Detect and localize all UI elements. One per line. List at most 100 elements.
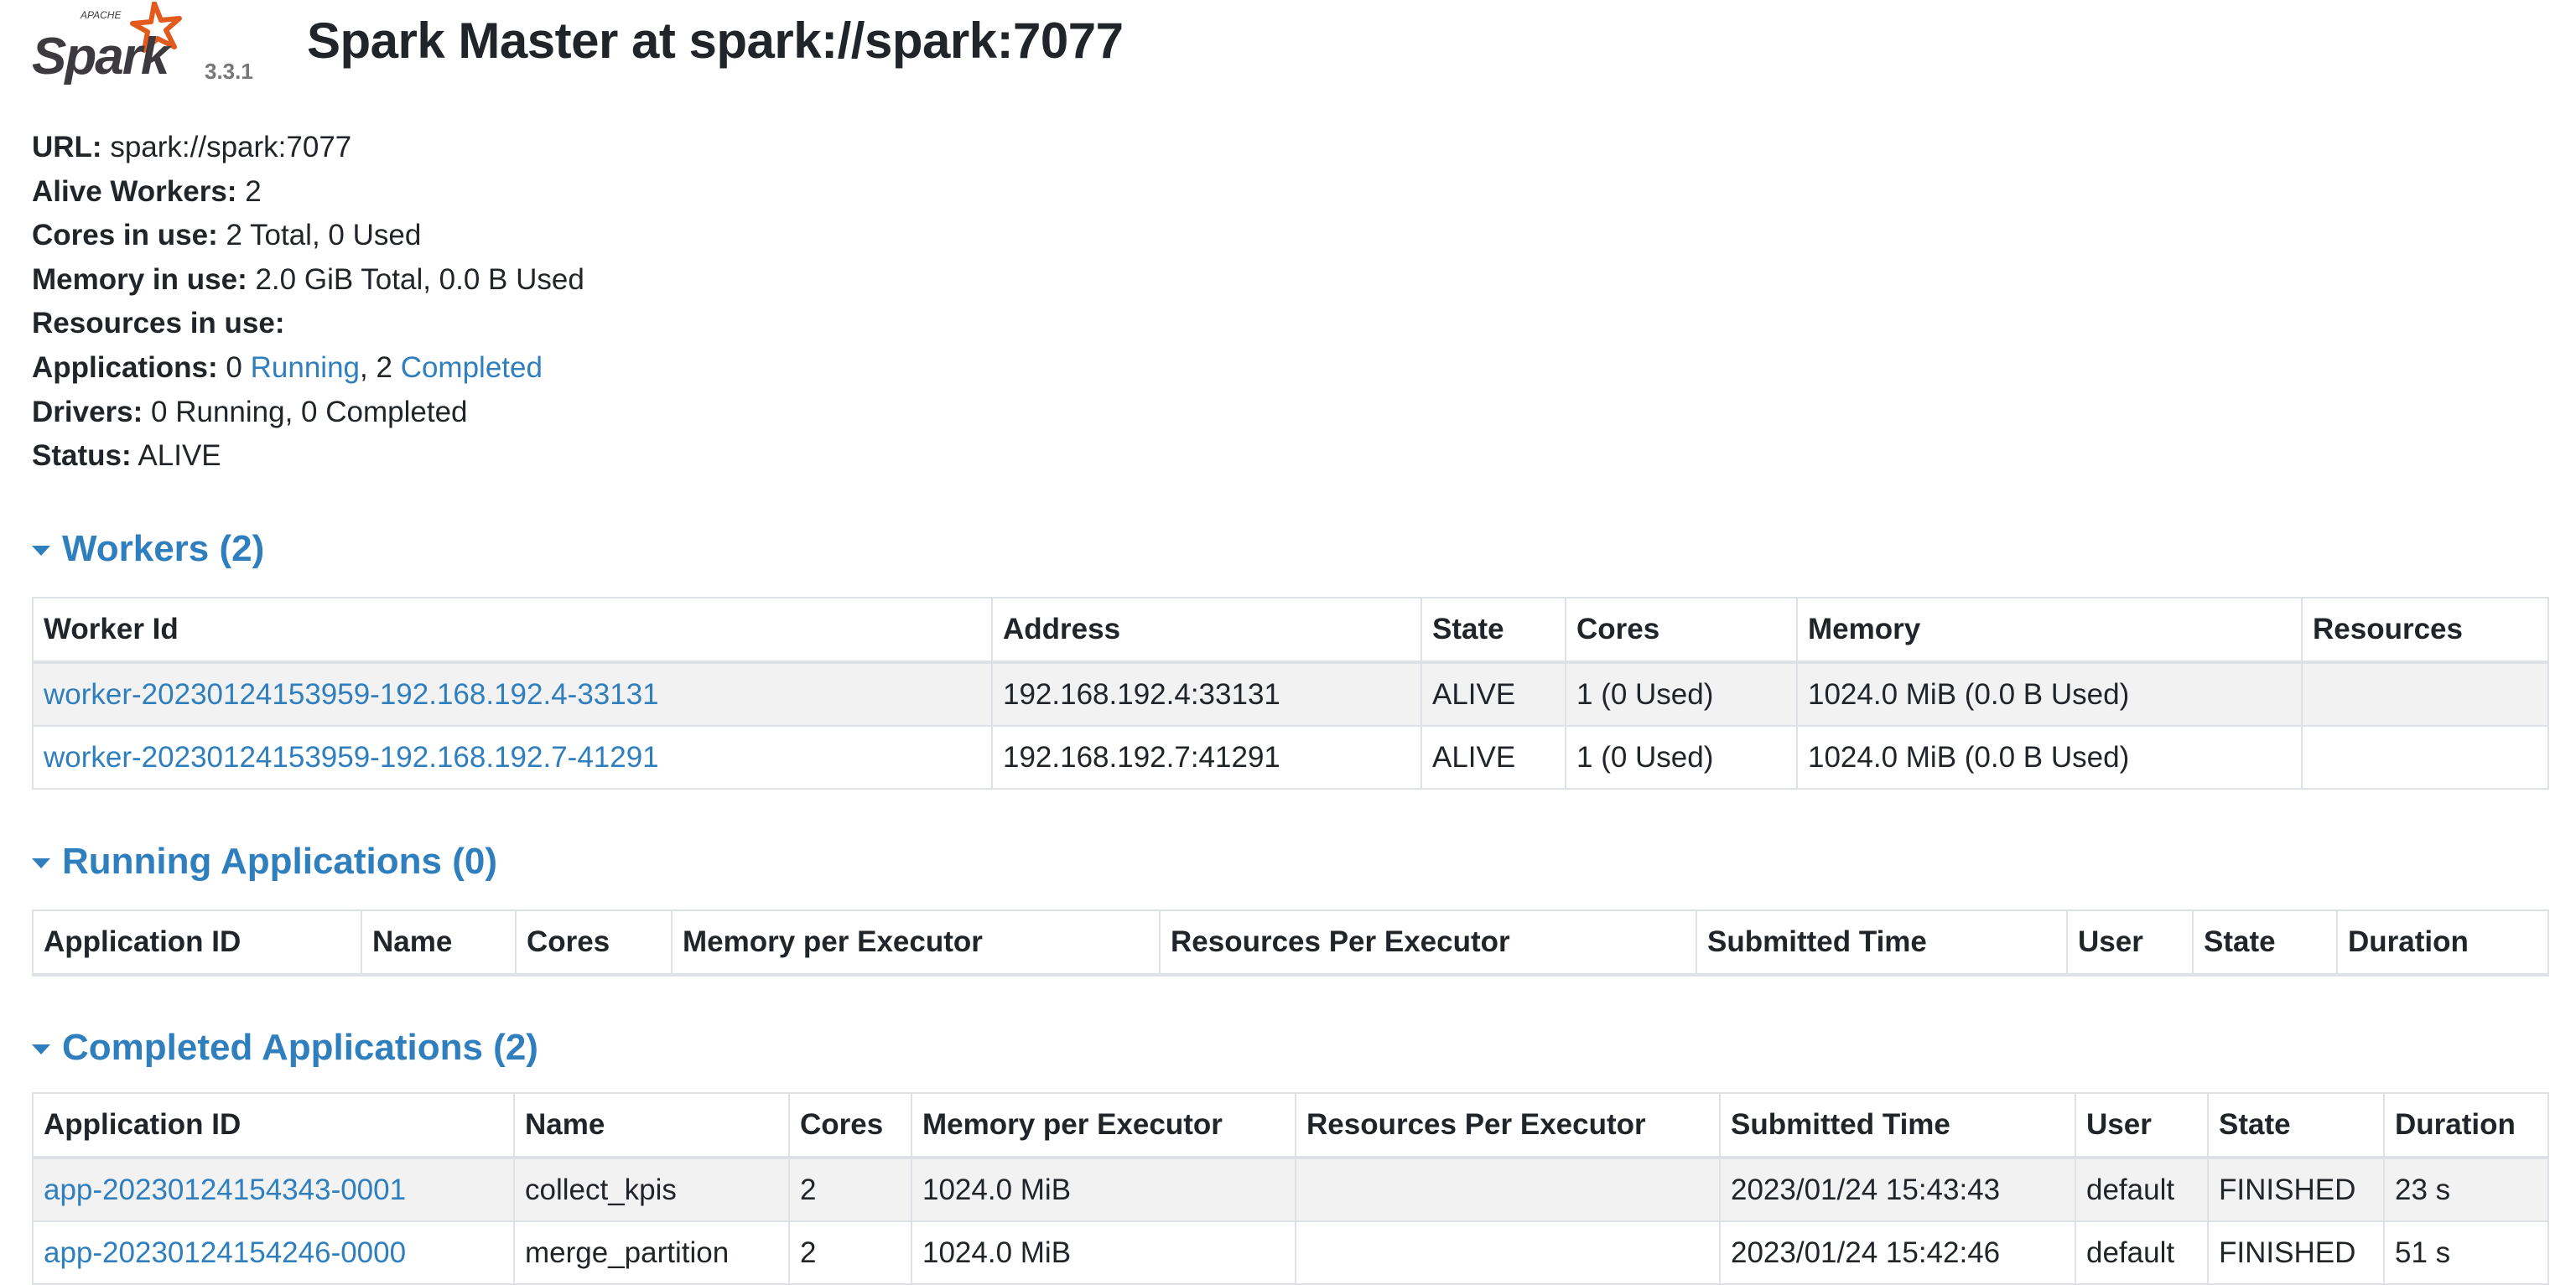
app-resources — [1295, 1220, 1721, 1285]
column-header[interactable]: Worker Id — [32, 597, 993, 664]
page-header: APACHE Spark 3.3.1 Spark Master at spark… — [30, 0, 2546, 92]
summary-url: URL: spark://spark:7077 — [32, 126, 584, 170]
table-row: worker-20230124153959-192.168.192.4-3313… — [32, 661, 2549, 727]
running-apps-count: 0 — [226, 350, 242, 384]
completed-apps-count: 2 — [376, 350, 392, 384]
worker-memory: 1024.0 MiB (0.0 B Used) — [1796, 725, 2303, 790]
summary-alive-workers-label: Alive Workers: — [32, 174, 237, 208]
completed-apps-section-title: Completed Applications (2) — [62, 1027, 538, 1068]
column-header[interactable]: Memory — [1796, 597, 2303, 664]
completed-apps-table: Application ID Name Cores Memory per Exe… — [32, 1092, 2549, 1285]
column-header[interactable]: Name — [361, 909, 517, 977]
column-header[interactable]: Cores — [1565, 597, 1798, 664]
summary-memory-label: Memory in use: — [32, 262, 247, 296]
completed-apps-link[interactable]: Completed — [401, 351, 543, 384]
summary-cores-value: 2 Total, 0 Used — [226, 219, 422, 252]
app-submitted-time: 2023/01/24 15:43:43 — [1719, 1157, 2076, 1222]
app-user: default — [2075, 1220, 2209, 1285]
logo-apache-text: APACHE — [80, 9, 122, 21]
column-header[interactable]: Submitted Time — [1719, 1092, 2076, 1159]
column-header[interactable]: Memory per Executor — [671, 909, 1161, 977]
page-title: Spark Master at spark://spark:7077 — [307, 13, 1124, 69]
workers-table: Worker Id Address State Cores Memory Res… — [32, 597, 2549, 790]
column-header[interactable]: Resources Per Executor — [1159, 909, 1697, 977]
summary-applications-label: Applications: — [32, 350, 218, 384]
spark-master-page: APACHE Spark 3.3.1 Spark Master at spark… — [0, 0, 2576, 1285]
summary-cores: Cores in use: 2 Total, 0 Used — [32, 214, 584, 258]
column-header[interactable]: Memory per Executor — [911, 1092, 1296, 1159]
column-header[interactable]: Submitted Time — [1696, 909, 2068, 977]
worker-address: 192.168.192.7:41291 — [991, 725, 1422, 790]
running-apps-section-title: Running Applications (0) — [62, 841, 497, 882]
summary-url-value: spark://spark:7077 — [110, 131, 352, 163]
workers-section-toggle[interactable]: Workers (2) — [32, 528, 264, 570]
app-duration: 51 s — [2383, 1220, 2549, 1285]
column-header[interactable]: Application ID — [32, 1092, 515, 1159]
summary-resources: Resources in use: — [32, 302, 584, 346]
column-header[interactable]: Application ID — [32, 909, 362, 977]
summary-resources-label: Resources in use: — [32, 307, 285, 340]
worker-link[interactable]: worker-20230124153959-192.168.192.7-4129… — [44, 741, 659, 774]
spark-logo-icon: APACHE Spark — [32, 2, 182, 85]
summary-alive-workers: Alive Workers: 2 — [32, 170, 584, 215]
completed-apps-section-toggle[interactable]: Completed Applications (2) — [32, 1027, 538, 1069]
column-header[interactable]: Resources — [2301, 597, 2549, 664]
app-cores: 2 — [788, 1157, 912, 1222]
running-apps-link[interactable]: Running — [251, 351, 360, 384]
worker-state: ALIVE — [1420, 661, 1566, 727]
column-header[interactable]: State — [2192, 909, 2338, 977]
table-header-row: Application ID Name Cores Memory per Exe… — [32, 909, 2549, 977]
worker-link[interactable]: worker-20230124153959-192.168.192.4-3313… — [44, 678, 659, 711]
app-memory: 1024.0 MiB — [911, 1220, 1296, 1285]
app-cores: 2 — [788, 1220, 912, 1285]
app-link[interactable]: app-20230124154246-0000 — [44, 1236, 406, 1269]
table-header-row: Worker Id Address State Cores Memory Res… — [32, 597, 2549, 664]
master-summary: URL: spark://spark:7077 Alive Workers: 2… — [32, 126, 584, 479]
app-resources — [1295, 1157, 1721, 1222]
worker-state: ALIVE — [1420, 725, 1566, 790]
summary-drivers-value: 0 Running, 0 Completed — [151, 395, 468, 428]
table-row: worker-20230124153959-192.168.192.7-4129… — [32, 725, 2549, 790]
summary-url-label: URL: — [32, 131, 102, 163]
worker-resources — [2301, 661, 2549, 727]
worker-cores: 1 (0 Used) — [1565, 725, 1798, 790]
column-header[interactable]: Cores — [788, 1092, 912, 1159]
column-header[interactable]: User — [2075, 1092, 2209, 1159]
summary-applications: Applications: 0 Running, 2 Completed — [32, 346, 584, 391]
app-state: FINISHED — [2207, 1220, 2385, 1285]
logo-spark-text: Spark — [32, 28, 173, 85]
summary-status-label: Status: — [32, 439, 132, 473]
column-header[interactable]: Address — [991, 597, 1422, 664]
workers-section-title: Workers (2) — [62, 528, 265, 569]
summary-cores-label: Cores in use: — [32, 219, 218, 252]
column-header[interactable]: Duration — [2336, 909, 2549, 977]
column-header[interactable]: State — [2207, 1092, 2385, 1159]
column-header[interactable]: Duration — [2383, 1092, 2549, 1159]
collapse-caret-icon — [32, 546, 50, 556]
app-link[interactable]: app-20230124154343-0001 — [44, 1174, 406, 1206]
running-apps-section-toggle[interactable]: Running Applications (0) — [32, 841, 497, 883]
app-name: merge_partition — [513, 1220, 790, 1285]
table-header-row: Application ID Name Cores Memory per Exe… — [32, 1092, 2549, 1159]
summary-drivers: Drivers: 0 Running, 0 Completed — [32, 391, 584, 435]
spark-logo[interactable]: APACHE Spark — [30, 2, 198, 85]
app-memory: 1024.0 MiB — [911, 1157, 1296, 1222]
spark-version: 3.3.1 — [205, 59, 253, 84]
column-header[interactable]: Resources Per Executor — [1295, 1092, 1721, 1159]
worker-address: 192.168.192.4:33131 — [991, 661, 1422, 727]
column-header[interactable]: Cores — [515, 909, 673, 977]
running-apps-table: Application ID Name Cores Memory per Exe… — [32, 909, 2549, 977]
collapse-caret-icon — [32, 858, 50, 868]
app-submitted-time: 2023/01/24 15:42:46 — [1719, 1220, 2076, 1285]
app-name: collect_kpis — [513, 1157, 790, 1222]
column-header[interactable]: Name — [513, 1092, 790, 1159]
summary-status-value: ALIVE — [138, 439, 221, 473]
summary-memory-value: 2.0 GiB Total, 0.0 B Used — [255, 262, 584, 296]
summary-memory: Memory in use: 2.0 GiB Total, 0.0 B Used — [32, 258, 584, 303]
apps-separator: , — [360, 350, 368, 384]
column-header[interactable]: State — [1420, 597, 1566, 664]
collapse-caret-icon — [32, 1044, 50, 1054]
summary-status: Status: ALIVE — [32, 434, 584, 479]
app-duration: 23 s — [2383, 1157, 2549, 1222]
column-header[interactable]: User — [2066, 909, 2194, 977]
